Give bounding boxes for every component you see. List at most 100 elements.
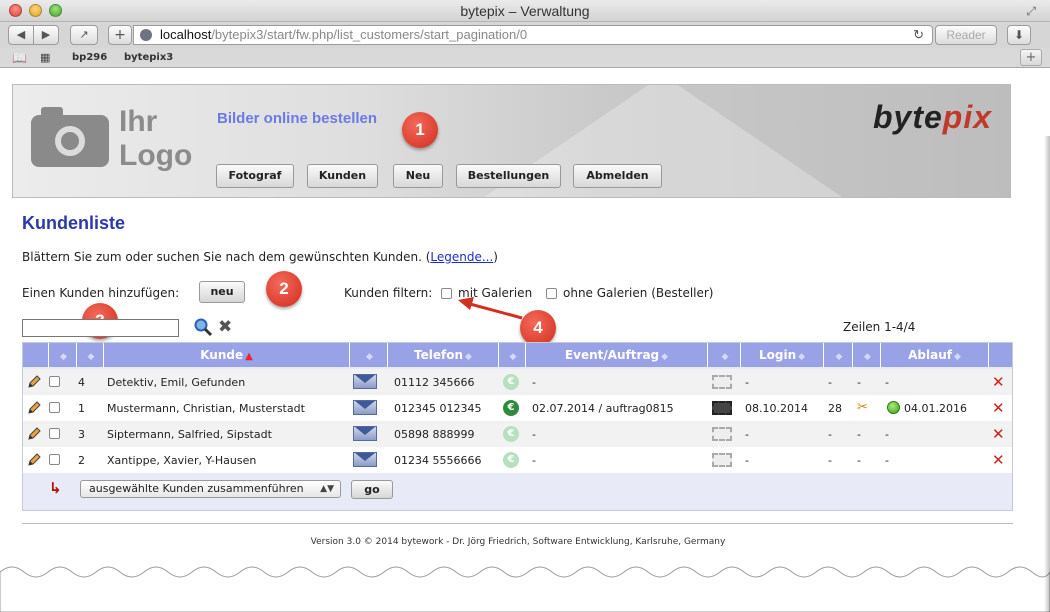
cell-customer-name[interactable]: Mustermann, Christian, Musterstadt	[107, 402, 305, 415]
search-input[interactable]	[22, 319, 179, 337]
sort-icon: ◆	[465, 352, 472, 362]
cell-phone: 05898 888999	[394, 428, 475, 441]
film-inactive-icon	[712, 453, 732, 467]
nav-fotograf[interactable]: Fotograf	[216, 164, 294, 188]
nav-abmelden[interactable]: Abmelden	[573, 164, 662, 188]
add-tab-button[interactable]: +	[108, 25, 132, 45]
cell-event: -	[532, 454, 536, 467]
cell-count: -	[828, 454, 832, 467]
col-sort-1[interactable]: ◆	[49, 343, 77, 367]
nav-kunden[interactable]: Kunden	[307, 164, 378, 188]
sort-icon: ◆	[661, 352, 669, 362]
col-event[interactable]: Event/Auftrag ◆	[526, 343, 708, 367]
row-checkbox[interactable]	[49, 454, 60, 465]
legend-link[interactable]: Legende...	[430, 250, 493, 264]
cell-id: 3	[78, 428, 85, 441]
mail-icon[interactable]	[353, 426, 377, 441]
mail-icon[interactable]	[353, 374, 377, 389]
cell-id: 2	[78, 454, 85, 467]
forward-button[interactable]: ▶	[33, 25, 59, 45]
edit-pencil-icon[interactable]	[27, 401, 41, 415]
downloads-button[interactable]: ⬇	[1007, 25, 1031, 45]
row-checkbox[interactable]	[49, 402, 60, 413]
col-telefon-label: Telefon	[414, 348, 464, 362]
window-title: bytepix – Verwaltung	[460, 3, 590, 19]
filter-without-galleries-checkbox[interactable]	[546, 288, 557, 299]
callout-arrow-icon	[458, 297, 523, 320]
add-bookmark-button[interactable]: +	[1020, 49, 1042, 66]
fullscreen-icon[interactable]: ⤢	[1026, 4, 1036, 19]
address-bar[interactable]: localhost/bytepix3/start/fw.php/list_cus…	[133, 25, 933, 45]
edit-pencil-icon[interactable]	[27, 453, 41, 467]
callout-badge-2: 2	[266, 271, 302, 307]
add-customer-button[interactable]: neu	[199, 281, 245, 303]
sort-ascending-icon: ▲	[245, 351, 253, 362]
window-titlebar: bytepix – Verwaltung ⤢	[0, 0, 1050, 22]
col-tool[interactable]: ◆	[853, 343, 881, 367]
col-ablauf[interactable]: Ablauf ◆	[881, 343, 989, 367]
bookmark-bp296[interactable]: bp296	[72, 52, 107, 63]
camera-icon	[31, 107, 109, 167]
col-kunde[interactable]: Kunde ▲	[104, 343, 350, 367]
nav-bestellungen[interactable]: Bestellungen	[456, 164, 561, 188]
cell-customer-name[interactable]: Siptermann, Salfried, Sipstadt	[107, 428, 272, 441]
sort-icon: ◆	[798, 352, 806, 362]
delete-icon[interactable]: ✕	[992, 373, 1005, 391]
film-active-icon[interactable]	[712, 401, 732, 415]
col-count[interactable]: ◆	[824, 343, 853, 367]
reading-list-icon[interactable]: 📖	[12, 51, 27, 65]
mail-icon[interactable]	[353, 400, 377, 415]
film-inactive-icon	[712, 375, 732, 389]
delete-icon[interactable]: ✕	[992, 399, 1005, 417]
share-button[interactable]: ↗	[70, 25, 98, 45]
bookmarks-bar: 📖 ▦ bp296 bytepix3 +	[0, 48, 1050, 68]
euro-active-icon: €	[503, 400, 519, 416]
search-icon[interactable]	[193, 317, 213, 337]
delete-icon[interactable]: ✕	[992, 451, 1005, 469]
euro-inactive-icon: €	[503, 452, 519, 468]
edit-pencil-icon[interactable]	[27, 427, 41, 441]
filter-with-galleries-label: mit Galerien	[458, 286, 533, 300]
cell-login: -	[745, 454, 749, 467]
bookmark-bytepix3[interactable]: bytepix3	[124, 52, 173, 63]
col-id[interactable]: ◆	[77, 343, 104, 367]
row-checkbox[interactable]	[49, 376, 60, 387]
cell-event: 02.07.2014 / auftrag0815	[532, 402, 674, 415]
table-row: 3 Siptermann, Salfried, Sipstadt 05898 8…	[23, 421, 1012, 447]
bulk-action-select[interactable]: ausgewählte Kunden zusammenführen ▲▼	[80, 480, 341, 498]
footer-text: Version 3.0 © 2014 bytework - Dr. Jörg F…	[310, 537, 726, 547]
sort-icon: ◆	[509, 352, 517, 362]
edit-pencil-icon[interactable]	[27, 375, 41, 389]
reader-button[interactable]: Reader	[935, 25, 997, 45]
go-button[interactable]: go	[351, 480, 393, 499]
back-button[interactable]: ◀	[8, 25, 34, 45]
cell-customer-name[interactable]: Xantippe, Xavier, Y-Hausen	[107, 454, 256, 467]
tools-icon[interactable]: ✂	[857, 400, 868, 415]
cell-tool: -	[857, 428, 861, 441]
brand-part-1: byte	[872, 99, 943, 135]
site-header: Ihr Logo Bilder online bestellen bytepix…	[12, 84, 1011, 198]
col-telefon[interactable]: Telefon ◆	[388, 343, 499, 367]
cell-customer-name[interactable]: Detektiv, Emil, Gefunden	[107, 376, 245, 389]
filter-without-galleries-label: ohne Galerien (Besteller)	[563, 286, 714, 300]
page-title: Kundenliste	[22, 213, 126, 233]
sort-icon: ◆	[864, 352, 871, 362]
browser-toolbar: ◀ ▶ ↗ + localhost/bytepix3/start/fw.php/…	[0, 22, 1050, 48]
cell-id: 1	[78, 402, 85, 415]
filter-with-galleries-checkbox[interactable]	[441, 288, 452, 299]
mail-icon[interactable]	[353, 452, 377, 467]
delete-icon[interactable]: ✕	[992, 425, 1005, 443]
col-login[interactable]: Login ◆	[741, 343, 824, 367]
clear-search-icon[interactable]: ✖	[218, 317, 232, 337]
col-ablauf-label: Ablauf	[908, 348, 952, 362]
nav-neu[interactable]: Neu	[393, 164, 443, 188]
sort-icon: ◆	[835, 352, 843, 362]
cell-login: 08.10.2014	[745, 402, 808, 415]
top-sites-icon[interactable]: ▦	[40, 51, 50, 64]
row-checkbox[interactable]	[49, 428, 60, 439]
col-paid[interactable]: ◆	[499, 343, 526, 367]
col-mail[interactable]: ◆	[350, 343, 388, 367]
reload-icon[interactable]: ↻	[913, 26, 924, 44]
col-film[interactable]: ◆	[708, 343, 741, 367]
cell-login: -	[745, 376, 749, 389]
